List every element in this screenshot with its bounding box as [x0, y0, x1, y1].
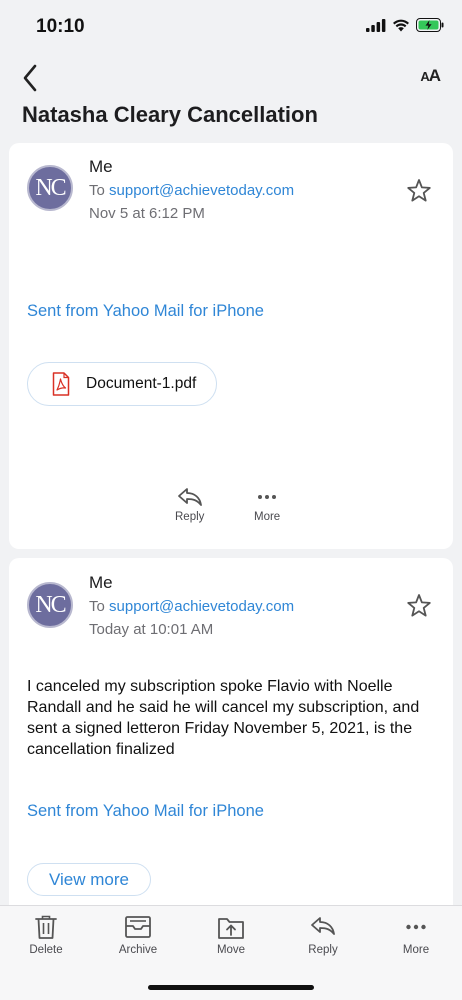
text-size-button[interactable]: AA — [420, 66, 441, 86]
reply-icon — [311, 917, 335, 935]
more-toolbar-label: More — [402, 944, 430, 956]
archive-button[interactable]: Archive — [103, 914, 173, 956]
message-date: Nov 5 at 6:12 PM — [89, 205, 205, 222]
signature-link[interactable]: Sent from Yahoo Mail for iPhone — [27, 802, 264, 821]
message-card[interactable]: NC Me To support@achievetoday.com Today … — [9, 558, 453, 918]
more-toolbar-button[interactable]: More — [381, 914, 451, 956]
move-button[interactable]: Move — [196, 914, 266, 956]
chevron-left-icon — [23, 64, 37, 92]
pdf-icon — [52, 372, 70, 396]
status-icons — [366, 18, 444, 32]
move-label: Move — [216, 944, 246, 956]
recipient-line: To support@achievetoday.com — [89, 182, 294, 199]
recipient-email-link[interactable]: support@achievetoday.com — [109, 182, 294, 199]
recipient-line: To support@achievetoday.com — [89, 598, 294, 615]
move-to-folder-icon — [218, 918, 244, 939]
more-dots-icon — [406, 924, 426, 930]
thread-title: Natasha Cleary Cancellation — [22, 102, 318, 127]
recipient-email-link[interactable]: support@achievetoday.com — [109, 598, 294, 615]
trash-icon — [35, 915, 57, 939]
home-indicator — [148, 985, 314, 990]
battery-charging-icon — [416, 18, 444, 32]
signature-link[interactable]: Sent from Yahoo Mail for iPhone — [27, 302, 264, 321]
reply-icon — [177, 488, 202, 506]
text-size-large-glyph: A — [428, 66, 441, 85]
message-date: Today at 10:01 AM — [89, 621, 214, 638]
attachment-name: Document-1.pdf — [86, 375, 197, 392]
avatar[interactable]: NC — [27, 165, 73, 211]
star-icon[interactable] — [405, 592, 433, 620]
star-icon[interactable] — [405, 177, 433, 205]
status-time: 10:10 — [36, 16, 85, 37]
to-prefix: To — [89, 598, 105, 615]
attachment-chip[interactable]: Document-1.pdf — [27, 362, 217, 406]
more-dots-icon — [258, 495, 277, 499]
text-size-small-glyph: A — [420, 69, 429, 84]
reply-toolbar-label: Reply — [308, 944, 338, 956]
to-prefix: To — [89, 182, 105, 199]
sender-name: Me — [89, 573, 113, 592]
status-bar: 10:10 — [0, 0, 462, 54]
more-button[interactable]: More — [254, 487, 280, 523]
sender-name: Me — [89, 157, 113, 176]
archive-icon — [125, 916, 151, 938]
cellular-signal-icon — [366, 18, 386, 32]
message-body: I canceled my subscription spoke Flavio … — [27, 678, 420, 758]
back-button[interactable] — [16, 62, 44, 94]
reply-toolbar-button[interactable]: Reply — [288, 914, 358, 956]
reply-label: Reply — [175, 511, 205, 523]
delete-button[interactable]: Delete — [11, 914, 81, 956]
wifi-icon — [393, 19, 409, 31]
avatar-initials: NC — [35, 591, 66, 618]
more-label: More — [254, 511, 281, 523]
archive-label: Archive — [118, 944, 158, 956]
reply-button[interactable]: Reply — [175, 487, 204, 523]
delete-label: Delete — [29, 944, 63, 956]
avatar-initials: NC — [35, 174, 66, 201]
message-card[interactable]: NC Me To support@achievetoday.com Nov 5 … — [9, 143, 453, 549]
avatar[interactable]: NC — [27, 582, 73, 628]
view-more-button[interactable]: View more — [27, 863, 151, 896]
